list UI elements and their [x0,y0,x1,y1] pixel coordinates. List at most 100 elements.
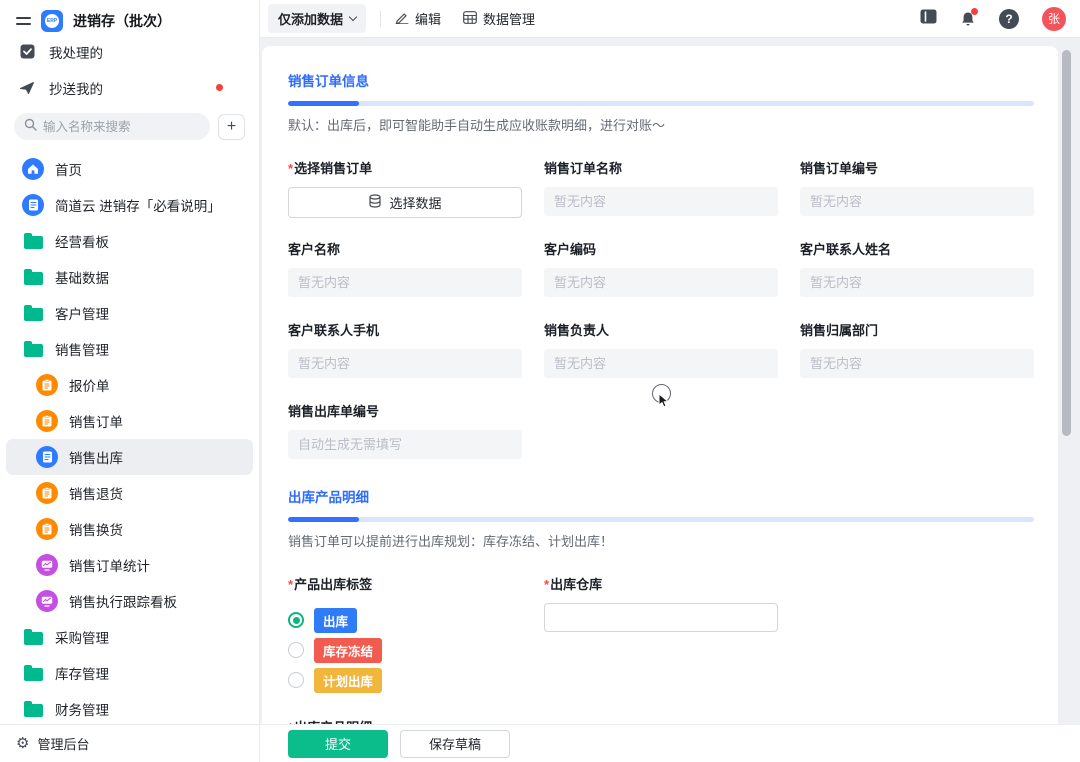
sidebar-item-label: 销售换货 [69,523,123,538]
search-box[interactable] [14,113,210,140]
add-button[interactable]: + [218,113,245,140]
readonly-field: 暂无内容 [800,349,1034,378]
doc-icon [22,194,44,216]
folder-icon [22,305,44,321]
sidebar-item-label: 库存管理 [55,667,109,682]
sidebar-item-label: 基础数据 [55,271,109,286]
readonly-field: 暂无内容 [544,268,778,297]
section-progress-bar [288,101,1034,106]
sidebar-item-business-board[interactable]: 经营看板 [6,223,253,259]
help-icon[interactable]: ? [999,8,1019,29]
sidebar-item-label: 管理后台 [37,737,90,752]
form-content: 销售订单信息 默认：出库后，即可智能助手自动生成应收账款明细，进行对账～ 选择销… [260,38,1080,762]
sidebar-item-sales-tracking-board[interactable]: 销售执行跟踪看板 [6,583,253,619]
field-label: 客户名称 [288,242,341,257]
field-label: 客户编码 [544,242,597,257]
panel-toggle-icon[interactable] [920,9,937,29]
sidebar-item-quotation[interactable]: 报价单 [6,367,253,403]
field-label: 客户联系人手机 [288,323,380,338]
sidebar-item-order-stats[interactable]: 销售订单统计 [6,547,253,583]
sidebar-item-label: 销售管理 [55,343,109,358]
tag-outbound: 出库 [314,607,358,633]
search-icon [24,118,37,136]
select-data-button[interactable]: 选择数据 [288,187,522,218]
sidebar-item-base-data[interactable]: 基础数据 [6,259,253,295]
readonly-field: 暂无内容 [544,349,778,378]
sidebar-item-customer-mgmt[interactable]: 客户管理 [6,295,253,331]
sidebar: ERP 进销存（批次） 我处理的 抄送我的 + 首页 简道云 进销存「必看 [0,0,260,762]
sidebar-item-sales-order[interactable]: 销售订单 [6,403,253,439]
gear-icon: ⚙ [16,735,30,752]
field-sales-dept: 销售归属部门 暂无内容 [800,320,1034,378]
sidebar-header: ERP 进销存（批次） [0,0,259,32]
tag-freeze: 库存冻结 [314,637,383,663]
radio-option-planned[interactable]: 计划出库 [288,665,522,695]
folder-open-icon [22,341,44,357]
sidebar-item-label: 销售执行跟踪看板 [69,595,177,610]
sidebar-search-row: + [0,104,259,149]
sidebar-item-label: 销售订单 [69,415,123,430]
field-grid-1: 选择销售订单 选择数据 销售订单名称 暂无内容 销售订单编号 暂无内容 [288,158,1034,459]
field-warehouse: 出库仓库 [544,574,778,695]
sidebar-item-label: 我处理的 [49,45,103,61]
data-management-label: 数据管理 [483,12,536,27]
section-progress-bar [288,517,1034,522]
table-grid-icon [463,10,477,27]
sidebar-item-label: 抄送我的 [49,81,103,97]
sidebar-item-guide[interactable]: 简道云 进销存「必看说明」 [6,187,253,223]
sidebar-item-home[interactable]: 首页 [6,151,253,187]
form-footer: 提交 保存草稿 [260,724,1080,762]
readonly-field: 暂无内容 [288,268,522,297]
divider [380,10,382,27]
field-label: 选择销售订单 [288,158,522,177]
scrollbar-thumb[interactable] [1062,50,1071,436]
add-data-mode-dropdown[interactable]: 仅添加数据 [268,4,367,33]
sidebar-item-my-tasks[interactable]: 我处理的 [0,35,259,68]
avatar[interactable]: 张 [1042,6,1066,31]
sidebar-item-sales-return[interactable]: 销售退货 [6,475,253,511]
main-area: 仅添加数据 编辑 数据管理 ? 张 销售订单信息 默认：出库后，即可智能助手自动… [260,0,1080,762]
field-label: 产品出库标签 [288,574,522,593]
doc-icon [36,446,58,468]
edit-button[interactable]: 编辑 [395,9,441,28]
field-select-order: 选择销售订单 选择数据 [288,158,522,218]
readonly-field: 暂无内容 [800,268,1034,297]
home-icon [22,158,44,180]
sidebar-item-label: 简道云 进销存「必看说明」 [55,199,221,214]
save-draft-button[interactable]: 保存草稿 [400,729,510,758]
field-outbound-tag: 产品出库标签 出库 库存冻结 [288,574,522,695]
sidebar-item-sales-outbound[interactable]: 销售出库 [6,439,253,475]
sidebar-item-label: 报价单 [69,379,110,394]
form-icon [36,482,58,504]
field-label: 出库仓库 [544,574,778,593]
form-icon [36,410,58,432]
submit-button[interactable]: 提交 [288,729,388,758]
sidebar-item-inventory-mgmt[interactable]: 库存管理 [6,655,253,691]
sidebar-item-label: 经营看板 [55,235,109,250]
search-input[interactable] [43,119,200,134]
field-order-no: 销售订单编号 暂无内容 [800,158,1034,216]
sidebar-item-sales-mgmt[interactable]: 销售管理 [6,331,253,367]
topbar: 仅添加数据 编辑 数据管理 ? 张 [260,0,1080,38]
sidebar-item-cc-to-me[interactable]: 抄送我的 [0,71,259,104]
notifications-bell-icon[interactable] [960,7,978,27]
data-management-button[interactable]: 数据管理 [463,9,535,28]
radio-icon [288,672,304,688]
chevron-down-icon [348,12,358,22]
form-card: 销售订单信息 默认：出库后，即可智能助手自动生成应收账款明细，进行对账～ 选择销… [262,46,1058,762]
field-customer-name: 客户名称 暂无内容 [288,239,522,297]
section-description: 销售订单可以提前进行出库规划：库存冻结、计划出库！ [288,534,614,549]
sidebar-item-purchase-mgmt[interactable]: 采购管理 [6,619,253,655]
field-contact-phone: 客户联系人手机 暂无内容 [288,320,522,378]
sidebar-item-sales-exchange[interactable]: 销售换货 [6,511,253,547]
sidebar-item-finance-mgmt[interactable]: 财务管理 [6,691,253,724]
form-icon [36,518,58,540]
radio-icon [288,642,304,658]
sidebar-item-label: 首页 [55,163,82,178]
field-outbound-no: 销售出库单编号 自动生成无需填写 [288,401,522,459]
sidebar-item-admin-console[interactable]: ⚙ 管理后台 [0,724,259,762]
radio-option-freeze[interactable]: 库存冻结 [288,635,522,665]
warehouse-input[interactable] [544,603,778,632]
radio-option-outbound[interactable]: 出库 [288,605,522,635]
collapse-sidebar-icon[interactable] [16,17,31,25]
